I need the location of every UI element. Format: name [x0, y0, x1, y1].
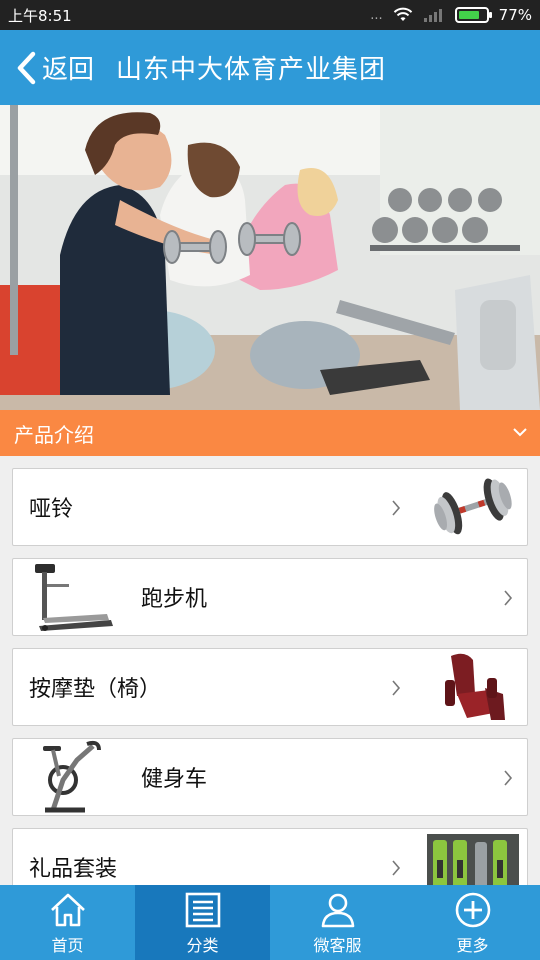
treadmill-icon: [35, 564, 113, 631]
cell-signal-icon: [423, 9, 442, 22]
product-item-massage-chair[interactable]: 按摩垫（椅）: [12, 648, 528, 726]
plus-icon: [455, 892, 490, 927]
product-label: 按摩垫（椅）: [29, 677, 162, 702]
tab-label: 分类: [186, 935, 219, 955]
massage-chair-icon: [445, 653, 505, 720]
battery-level: [458, 11, 479, 19]
product-item-dumbbell[interactable]: 哑铃: [12, 468, 528, 546]
product-item-exercise-bike[interactable]: 健身车: [12, 738, 528, 816]
tab-category[interactable]: 分类: [135, 885, 270, 960]
status-icons: ... 77%: [370, 6, 532, 24]
product-item-treadmill[interactable]: 跑步机: [12, 558, 528, 636]
exercise-bike-icon: [43, 740, 101, 813]
user-icon: [321, 893, 354, 927]
battery-icon: [454, 7, 492, 23]
chevron-right-icon: [392, 680, 401, 696]
status-time: 上午8:51: [8, 6, 72, 25]
tab-customer-service[interactable]: 微客服: [270, 885, 405, 960]
section-title: 产品介绍: [14, 422, 94, 447]
product-label: 礼品套装: [29, 857, 118, 882]
tab-label: 微客服: [313, 935, 362, 955]
status-bar: 上午8:51 ... 77%: [0, 0, 540, 30]
banner-image: [0, 105, 540, 410]
dumbbell-icon: [434, 478, 512, 535]
tab-label: 更多: [456, 935, 489, 955]
chevron-right-icon: [504, 770, 513, 786]
list-icon: [185, 892, 220, 927]
battery-percent: 77%: [498, 6, 532, 24]
tab-home[interactable]: 首页: [0, 885, 135, 960]
page-title: 山东中大体育产业集团: [116, 55, 387, 85]
bottom-tab-bar: 首页 分类 微客服 更多: [0, 885, 540, 960]
section-header[interactable]: 产品介绍: [0, 410, 540, 456]
product-label: 跑步机: [141, 587, 208, 612]
chevron-down-icon: [513, 428, 527, 437]
wifi-icon: [393, 7, 412, 21]
product-label: 哑铃: [29, 497, 74, 522]
app-header: 返回 山东中大体育产业集团: [0, 30, 540, 105]
back-label: 返回: [42, 55, 95, 85]
home-icon: [50, 893, 85, 926]
chevron-right-icon: [392, 500, 401, 516]
chevron-right-icon: [392, 860, 401, 876]
chevron-right-icon: [504, 590, 513, 606]
tab-more[interactable]: 更多: [405, 885, 540, 960]
tab-label: 首页: [51, 935, 84, 955]
chevron-left-icon: [17, 51, 36, 84]
product-label: 健身车: [141, 767, 208, 792]
signal-dots: ...: [370, 7, 383, 23]
back-button[interactable]: 返回: [0, 49, 94, 86]
